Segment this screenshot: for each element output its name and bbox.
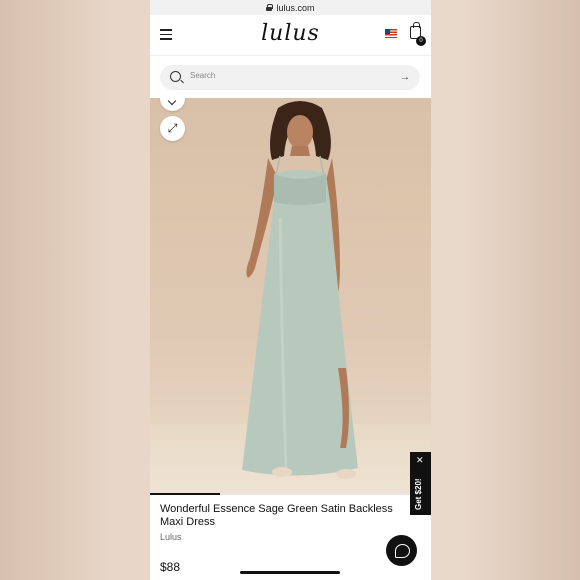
product-image[interactable]: ⤢ — [150, 98, 431, 494]
search-bar: → — [160, 65, 420, 90]
search-icon[interactable] — [170, 71, 181, 82]
home-indicator — [240, 571, 340, 574]
image-progress-fill — [150, 493, 221, 495]
us-flag-icon[interactable] — [385, 29, 397, 38]
expand-icon[interactable]: ⤢ — [160, 116, 185, 141]
image-progress-bar — [150, 493, 431, 495]
url-bar[interactable]: lulus.com — [150, 0, 431, 15]
promo-label[interactable]: Get $20! — [414, 478, 423, 510]
lock-icon — [266, 4, 274, 11]
phone-screen: lulus.com lulus 0 → — [150, 0, 431, 580]
product-price: $88 — [160, 560, 181, 574]
product-title: Wonderful Essence Sage Green Satin Backl… — [160, 503, 393, 528]
close-icon[interactable]: ✕ — [416, 455, 424, 466]
product-brand[interactable]: Lulus — [160, 532, 182, 542]
site-header: lulus 0 — [150, 15, 431, 56]
chevron-down-icon[interactable] — [160, 98, 185, 111]
search-input[interactable] — [190, 71, 390, 80]
chat-icon[interactable] — [386, 535, 417, 566]
arrow-right-icon[interactable]: → — [400, 73, 410, 83]
url-text: lulus.com — [276, 2, 315, 13]
bag-count-badge: 0 — [416, 36, 426, 46]
model-figure — [242, 101, 358, 479]
